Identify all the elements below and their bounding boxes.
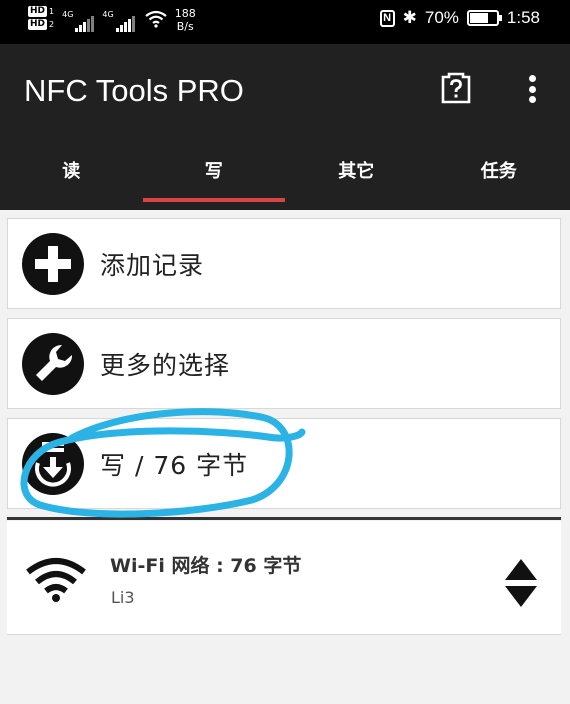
- record-title: Wi-Fi 网络 : 76 字节: [110, 555, 302, 577]
- clock: 1:58: [506, 8, 540, 27]
- hd-badge-1-sub: 1: [49, 7, 55, 16]
- nfc-status-icon: N: [379, 9, 395, 27]
- more-options-label: 更多的选择: [100, 350, 231, 380]
- hd-badge-2-sub: 2: [49, 20, 55, 29]
- tab-read[interactable]: 读: [0, 154, 143, 210]
- write-tag-icon: [22, 432, 84, 495]
- hd-badge-1: HD: [28, 6, 48, 17]
- network-speed-unit: B/s: [176, 20, 194, 33]
- write-tag-button[interactable]: 写 / 76 字节: [7, 418, 561, 509]
- record-subtitle: Li3: [111, 588, 135, 607]
- up-down-arrows-icon[interactable]: [503, 557, 539, 609]
- hd-badge-2: HD: [28, 19, 48, 30]
- wrench-circle-icon: [22, 332, 84, 395]
- app-title: NFC Tools PRO: [24, 73, 244, 108]
- tab-other[interactable]: 其它: [285, 154, 428, 210]
- wifi-status-icon: [145, 10, 167, 28]
- wifi-icon: [26, 558, 86, 602]
- write-tag-label: 写 / 76 字节: [100, 450, 249, 480]
- battery-icon: [466, 10, 502, 26]
- network-speed-value: 188: [174, 7, 196, 20]
- signal-1-icon: 4G: [62, 6, 95, 32]
- tab-bar: 读 写 其它 任务: [0, 154, 570, 210]
- more-vert-icon[interactable]: [520, 72, 544, 106]
- bluetooth-icon: ✱: [402, 8, 417, 27]
- tab-tasks[interactable]: 任务: [428, 154, 570, 210]
- app-bar: NFC Tools PRO 读 写 其它 任务: [0, 44, 570, 210]
- record-item[interactable]: Wi-Fi 网络 : 76 字节 Li3: [7, 521, 561, 635]
- network-speed: 188 B/s: [175, 7, 196, 33]
- tab-write[interactable]: 写: [142, 154, 286, 210]
- status-bar: HD 1 HD 2 4G 4G 188 B/s N ✱ 70% 1:58: [0, 0, 570, 44]
- battery-fill: [469, 13, 488, 23]
- add-record-label: 添加记录: [100, 250, 205, 280]
- question-mark-box-icon[interactable]: [441, 72, 471, 104]
- more-options-button[interactable]: 更多的选择: [7, 318, 561, 409]
- battery-percent: 70%: [424, 8, 459, 27]
- list-divider: [7, 517, 561, 520]
- add-record-button[interactable]: 添加记录: [7, 218, 561, 309]
- signal-2-icon: 4G: [102, 6, 135, 32]
- add-circle-icon: [22, 232, 84, 295]
